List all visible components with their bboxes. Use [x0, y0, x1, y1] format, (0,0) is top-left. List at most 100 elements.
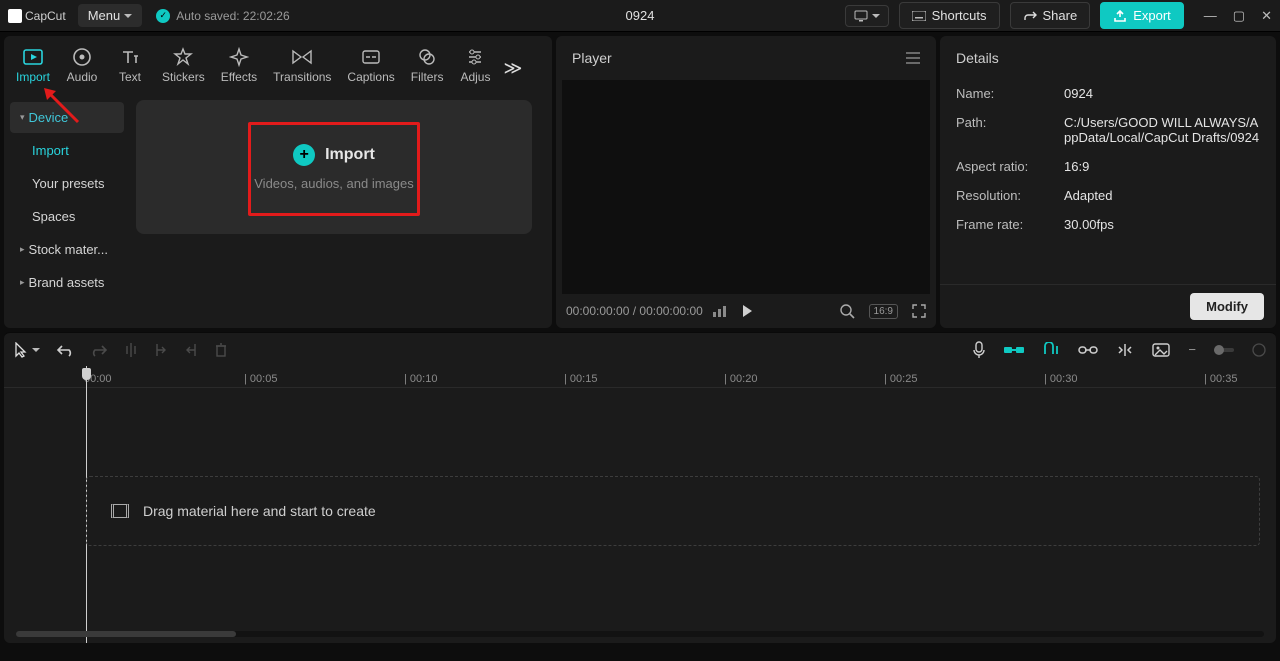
captions-icon	[360, 46, 382, 68]
caret-down-icon: ▾	[20, 112, 25, 123]
delete-tool[interactable]	[214, 342, 228, 358]
media-drop-area: + Import Videos, audios, and images	[130, 94, 552, 328]
detail-key: Frame rate:	[956, 217, 1064, 232]
detail-value: Adapted	[1064, 188, 1260, 203]
tab-label: Captions	[347, 70, 394, 84]
close-button[interactable]: ✕	[1261, 8, 1272, 24]
aspect-dropdown[interactable]	[845, 5, 889, 27]
menu-button[interactable]: Menu	[78, 4, 143, 27]
sidebar-item-brand[interactable]: ▸ Brand assets	[10, 267, 124, 298]
import-card[interactable]: + Import Videos, audios, and images	[136, 100, 532, 234]
main-track-magnet-button[interactable]	[1004, 344, 1024, 356]
tab-label: Effects	[221, 70, 257, 84]
tab-label: Transitions	[273, 70, 331, 84]
linkage-button[interactable]	[1078, 344, 1098, 356]
trim-right-tool[interactable]	[184, 342, 198, 358]
tab-text[interactable]: Text	[106, 42, 154, 94]
details-footer: Modify	[940, 284, 1276, 328]
zoom-out-button[interactable]: −	[1188, 342, 1196, 357]
text-icon	[119, 46, 141, 68]
filters-icon	[416, 46, 438, 68]
quality-icon[interactable]	[713, 305, 727, 317]
sidebar-item-label: Device	[29, 110, 69, 125]
import-row: + Import	[293, 144, 375, 166]
trim-left-tool[interactable]	[154, 342, 168, 358]
details-title: Details	[956, 50, 999, 66]
stickers-icon	[172, 46, 194, 68]
sidebar-item-device[interactable]: ▾ Device	[10, 102, 124, 133]
shortcuts-label: Shortcuts	[932, 8, 987, 23]
detail-row-aspect: Aspect ratio:16:9	[956, 159, 1260, 174]
auto-snapping-button[interactable]	[1042, 342, 1060, 358]
maximize-button[interactable]: ▢	[1233, 8, 1245, 24]
shortcuts-button[interactable]: Shortcuts	[899, 2, 1000, 29]
adjust-icon	[464, 46, 486, 68]
autosave-status: ✓ Auto saved: 22:02:26	[156, 9, 289, 23]
redo-button[interactable]	[90, 343, 108, 357]
fullscreen-icon[interactable]	[912, 304, 926, 318]
keyboard-icon	[912, 11, 926, 21]
import-title: Import	[325, 146, 375, 164]
aspect-ratio-pill[interactable]: 16:9	[869, 304, 898, 319]
sidebar-item-import[interactable]: Import	[10, 135, 124, 166]
detail-value: 16:9	[1064, 159, 1260, 174]
device-icon	[854, 10, 868, 22]
modify-button[interactable]: Modify	[1190, 293, 1264, 320]
player-header: Player	[556, 36, 936, 80]
tab-filters[interactable]: Filters	[403, 42, 452, 94]
share-label: Share	[1043, 8, 1078, 23]
timeline-drop-zone[interactable]: Drag material here and start to create	[86, 476, 1260, 546]
split-tool[interactable]	[124, 342, 138, 358]
undo-button[interactable]	[56, 343, 74, 357]
detail-key: Name:	[956, 86, 1064, 101]
share-button[interactable]: Share	[1010, 2, 1091, 29]
detail-value: 0924	[1064, 86, 1260, 101]
timeline-scrollbar[interactable]	[16, 631, 1264, 637]
tab-adjust[interactable]: Adjus	[451, 42, 499, 94]
timeline[interactable]: 00:00 | 00:05 | 00:10 | 00:15 | 00:20 | …	[4, 366, 1276, 643]
player-panel: Player 00:00:00:00 / 00:00:00:00 16:9	[556, 36, 936, 328]
media-body: ▾ Device Import Your presets Spaces ▸ St…	[4, 94, 552, 328]
tab-captions[interactable]: Captions	[339, 42, 402, 94]
ruler-mark: | 00:05	[244, 373, 404, 385]
timeline-ruler[interactable]: 00:00 | 00:05 | 00:10 | 00:15 | 00:20 | …	[4, 366, 1276, 388]
plus-circle-icon: +	[293, 144, 315, 166]
sidebar-item-label: Spaces	[32, 209, 75, 224]
zoom-in-button[interactable]	[1252, 343, 1266, 357]
player-viewport[interactable]	[562, 80, 930, 294]
timeline-toolbar-right: −	[972, 341, 1266, 359]
preview-scale-icon[interactable]	[839, 303, 855, 319]
effects-icon	[228, 46, 250, 68]
tab-label: Stickers	[162, 70, 205, 84]
tab-import[interactable]: Import	[8, 42, 58, 94]
minimize-button[interactable]: —	[1204, 8, 1217, 24]
zoom-slider[interactable]	[1214, 348, 1234, 352]
play-button[interactable]	[743, 305, 752, 317]
selection-tool[interactable]	[14, 342, 40, 358]
export-button[interactable]: Export	[1100, 2, 1184, 29]
detail-row-resolution: Resolution:Adapted	[956, 188, 1260, 203]
chevron-down-icon	[124, 14, 132, 18]
ruler-mark: | 00:10	[404, 373, 564, 385]
record-voiceover-button[interactable]	[972, 341, 986, 359]
caret-right-icon: ▸	[20, 244, 25, 255]
sidebar-item-spaces[interactable]: Spaces	[10, 201, 124, 232]
tabs-overflow-button[interactable]: ≫	[499, 48, 526, 89]
sidebar-item-presets[interactable]: Your presets	[10, 168, 124, 199]
sidebar-item-stock[interactable]: ▸ Stock mater...	[10, 234, 124, 265]
details-panel: Details Name:0924 Path:C:/Users/GOOD WIL…	[940, 36, 1276, 328]
detail-value: C:/Users/GOOD WILL ALWAYS/AppData/Local/…	[1064, 115, 1260, 145]
check-circle-icon: ✓	[156, 9, 170, 23]
sidebar-item-label: Import	[32, 143, 69, 158]
sidebar-item-label: Your presets	[32, 176, 105, 191]
details-list: Name:0924 Path:C:/Users/GOOD WILL ALWAYS…	[940, 80, 1276, 284]
player-menu-button[interactable]	[906, 52, 920, 64]
player-title: Player	[572, 50, 612, 66]
tab-transitions[interactable]: Transitions	[265, 42, 339, 94]
tab-stickers[interactable]: Stickers	[154, 42, 213, 94]
tab-audio[interactable]: Audio	[58, 42, 106, 94]
preview-axis-button[interactable]	[1116, 343, 1134, 357]
cover-button[interactable]	[1152, 343, 1170, 357]
media-sidebar: ▾ Device Import Your presets Spaces ▸ St…	[4, 94, 130, 328]
tab-effects[interactable]: Effects	[213, 42, 265, 94]
